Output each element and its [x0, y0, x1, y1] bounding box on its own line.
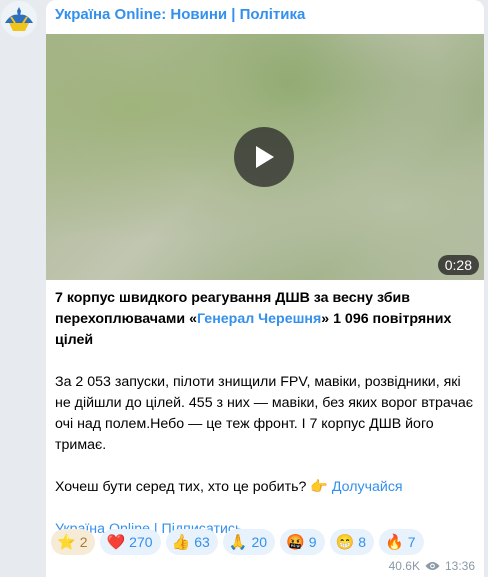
reaction-pray[interactable]: 🙏 20	[222, 529, 276, 555]
reaction-count: 20	[251, 534, 268, 550]
reaction-fire[interactable]: 🔥 7	[379, 529, 424, 555]
channel-title[interactable]: Україна Online: Новини | Політика	[55, 6, 305, 23]
eye-icon	[425, 562, 440, 570]
pray-icon: 🙏	[228, 533, 248, 551]
join-link[interactable]: Долучайся	[332, 479, 403, 495]
reaction-count: 9	[308, 534, 317, 550]
angry-icon: 🤬	[286, 533, 305, 551]
reaction-grin[interactable]: 😁 8	[329, 529, 375, 555]
video-duration: 0:28	[437, 255, 479, 275]
grin-icon: 😁	[335, 533, 355, 551]
play-button[interactable]	[234, 127, 294, 187]
views-count: 40.6K	[388, 559, 420, 573]
reaction-count: 63	[194, 534, 210, 550]
channel-logo-icon	[1, 1, 37, 37]
star-icon: ⭐	[57, 533, 76, 551]
thumbs-up-icon: 👍	[171, 533, 191, 551]
reaction-thumbs-up[interactable]: 👍 63	[165, 529, 218, 555]
headline-link[interactable]: Генерал Черешня	[197, 311, 321, 327]
message-footer: 40.6K 13:36	[389, 558, 475, 574]
reactions-bar: ⭐ 2 ❤️ 270 👍 63 🙏 20 🤬 9 😁 8 🔥 7	[51, 529, 424, 555]
cta-text: Хочеш бути серед тих, хто це робить? 👉	[55, 479, 332, 495]
post-body: За 2 053 запуски, пілоти знищили FPV, ма…	[55, 374, 473, 453]
reaction-count: 270	[129, 534, 153, 550]
post-text: 7 корпус швидкого реагування ДШВ за весн…	[55, 288, 480, 540]
message-time: 13:36	[444, 559, 475, 573]
post-headline: 7 корпус швидкого реагування ДШВ за весн…	[55, 288, 480, 351]
reaction-count: 8	[358, 534, 367, 550]
reaction-count: 2	[79, 534, 88, 550]
reaction-star[interactable]: ⭐ 2	[51, 529, 96, 555]
play-icon	[256, 146, 274, 168]
video-preview[interactable]: 0:28	[46, 34, 484, 280]
post-cta: Хочеш бути серед тих, хто це робить? 👉 Д…	[55, 477, 480, 498]
fire-icon: 🔥	[385, 533, 404, 551]
heart-icon: ❤️	[106, 533, 126, 551]
channel-avatar[interactable]	[1, 1, 37, 37]
reaction-count: 7	[407, 534, 416, 550]
reaction-angry[interactable]: 🤬 9	[280, 529, 325, 555]
reaction-heart[interactable]: ❤️ 270	[100, 529, 161, 555]
message-bubble: Україна Online: Новини | Політика 0:28 7…	[46, 0, 484, 577]
